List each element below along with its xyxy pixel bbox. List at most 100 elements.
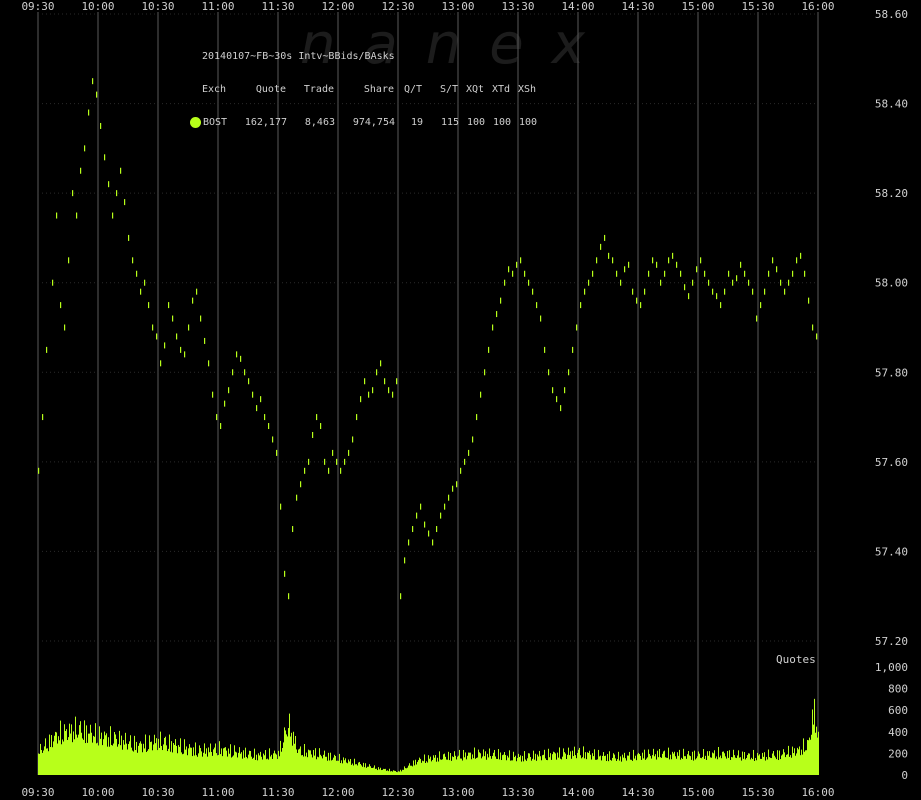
quotes-bar (668, 747, 669, 775)
quotes-bar (404, 766, 405, 775)
quotes-bar (254, 748, 255, 775)
quotes-bar (692, 751, 693, 775)
quotes-bar (384, 768, 385, 775)
quotes-bar (550, 753, 551, 775)
quotes-bar (172, 752, 173, 775)
quotes-bar (379, 769, 380, 775)
quotes-bar (702, 756, 703, 775)
quotes-bar (460, 758, 461, 775)
quotes-bar (462, 760, 463, 775)
quotes-bar (66, 729, 67, 775)
quotes-bar (707, 751, 708, 775)
price-point (768, 270, 770, 277)
price-point (684, 284, 686, 291)
quotes-bar (177, 753, 178, 775)
quotes-bar (655, 754, 656, 775)
quotes-bar (242, 758, 243, 775)
quotes-bar (688, 750, 689, 775)
quotes-bar (536, 760, 537, 775)
price-point (376, 369, 378, 376)
quotes-bar (577, 752, 578, 775)
quotes-bar (311, 754, 312, 775)
quotes-bar (532, 758, 533, 775)
quotes-bar (662, 753, 663, 775)
price-point (464, 458, 466, 465)
price-point (108, 181, 110, 188)
quotes-bar (767, 759, 768, 775)
quotes-bar (757, 752, 758, 775)
quotes-bar (722, 751, 723, 775)
quotes-bar (410, 765, 411, 775)
quotes-bar (638, 752, 639, 775)
quotes-bar (371, 767, 372, 775)
price-point (568, 369, 570, 376)
quotes-bar (54, 735, 55, 775)
price-scatter-series (38, 78, 818, 600)
quotes-bar (650, 755, 651, 775)
quotes-bar (733, 749, 734, 775)
quotes-bar (160, 731, 161, 775)
price-point (580, 302, 582, 309)
quotes-bar (602, 755, 603, 775)
quotes-bar (601, 760, 602, 775)
quotes-bar (720, 755, 721, 775)
quotes-bar (396, 771, 397, 775)
price-point (496, 311, 498, 318)
quotes-bar (81, 732, 82, 775)
quotes-bar (613, 753, 614, 775)
quotes-bar (584, 758, 585, 775)
quotes-bar (612, 757, 613, 775)
quotes-bar (259, 755, 260, 775)
quotes-bar (427, 762, 428, 775)
x-tick-top: 11:00 (201, 0, 234, 13)
quotes-bar (446, 759, 447, 775)
price-point (72, 190, 74, 197)
quotes-bar (457, 756, 458, 775)
quotes-bar (538, 756, 539, 775)
quotes-bar (63, 741, 64, 775)
quotes-bar (341, 760, 342, 775)
quotes-bar (547, 760, 548, 775)
quotes-bar (327, 760, 328, 775)
quotes-bar (560, 758, 561, 775)
legend-header-cell: Quote (255, 84, 286, 95)
quotes-bar (455, 755, 456, 775)
quotes-bar (409, 763, 410, 775)
price-point (344, 458, 346, 465)
quotes-bar (770, 757, 771, 775)
quotes-bar (451, 760, 452, 775)
quotes-bar (458, 755, 459, 775)
quotes-bar (621, 761, 622, 775)
quotes-bar (64, 724, 65, 775)
quotes-bar (590, 754, 591, 775)
quotes-bar (302, 755, 303, 775)
quotes-bar (265, 750, 266, 775)
quotes-bar (495, 756, 496, 775)
x-tick-top: 11:30 (261, 0, 294, 13)
quotes-bar (792, 746, 793, 775)
quotes-bar (746, 758, 747, 775)
quotes-bar (786, 754, 787, 775)
quotes-bar (317, 756, 318, 775)
y-tick-quotes: 200 (888, 747, 908, 760)
price-point (192, 297, 194, 304)
quotes-bar (790, 755, 791, 775)
quotes-bar (204, 743, 205, 775)
quotes-bar (735, 757, 736, 775)
quotes-bar (233, 755, 234, 775)
quotes-bar (573, 756, 574, 775)
price-point (124, 199, 126, 206)
quotes-bar (545, 758, 546, 775)
x-tick-bottom: 14:00 (561, 786, 594, 799)
quotes-bar (230, 744, 231, 775)
quotes-bar (783, 749, 784, 775)
price-point (228, 387, 230, 394)
quotes-bar (136, 741, 137, 775)
quotes-bar (443, 754, 444, 775)
quotes-bar (658, 757, 659, 775)
quotes-bar (174, 744, 175, 775)
quotes-bar (660, 757, 661, 775)
price-point (112, 212, 114, 219)
price-point (440, 512, 442, 519)
quotes-bar (519, 756, 520, 775)
